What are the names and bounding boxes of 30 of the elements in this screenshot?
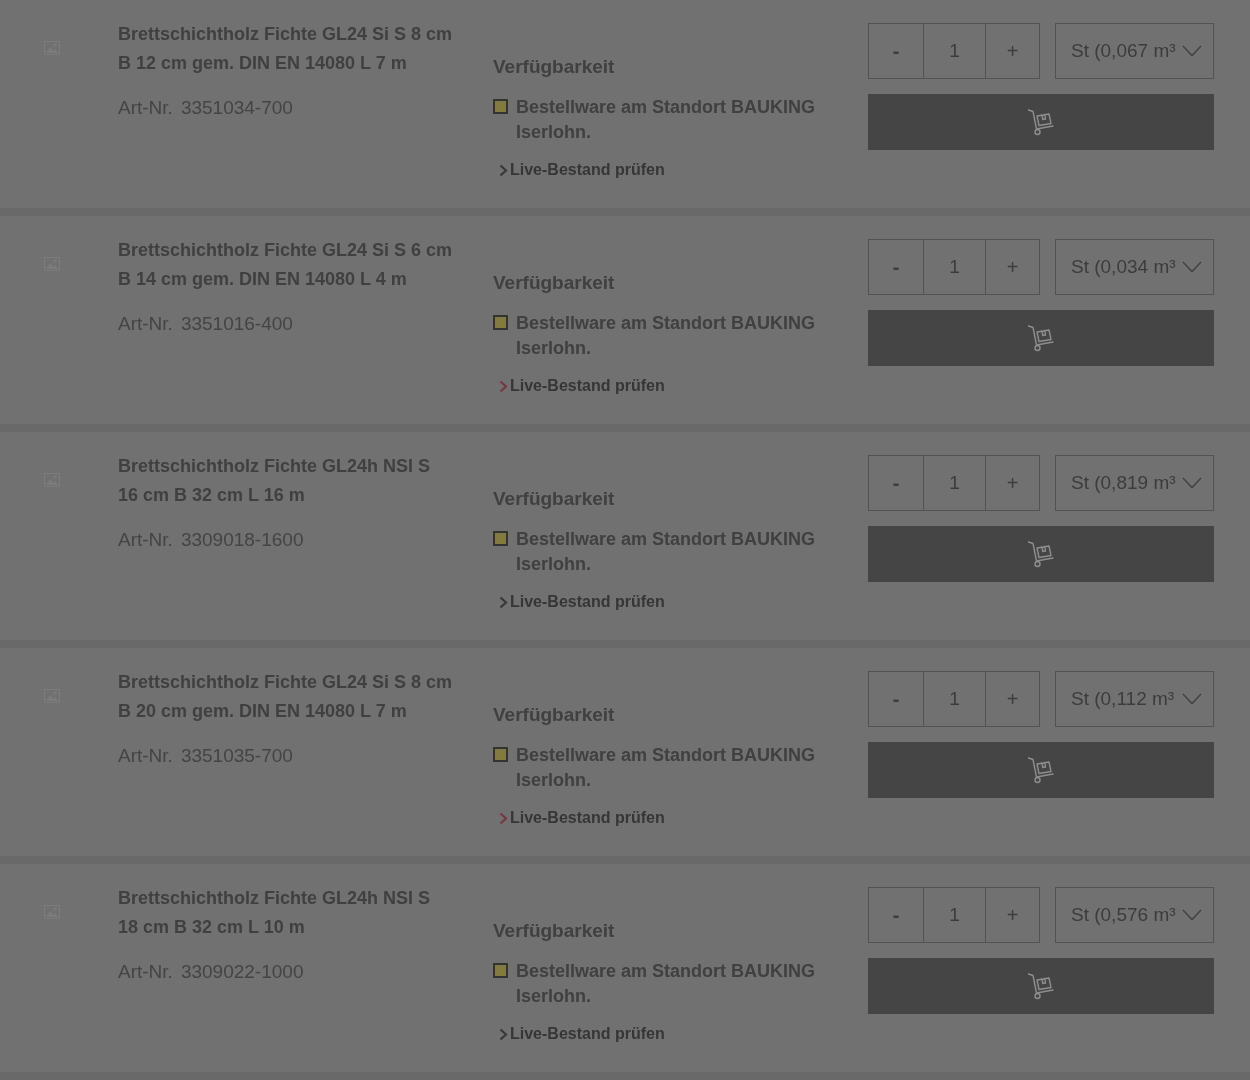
- add-to-cart-button[interactable]: [868, 742, 1214, 798]
- live-stock-link[interactable]: Live-Bestand prüfen: [499, 1023, 665, 1045]
- hand-truck-icon: [1027, 108, 1055, 136]
- increase-button[interactable]: +: [985, 239, 1040, 295]
- hand-truck-icon: [1027, 756, 1055, 784]
- chevron-down-icon: [1182, 909, 1202, 921]
- increase-button[interactable]: +: [985, 887, 1040, 943]
- chevron-down-icon: [1182, 693, 1202, 705]
- decrease-button[interactable]: -: [868, 239, 924, 295]
- decrease-button[interactable]: -: [868, 455, 924, 511]
- decrease-button[interactable]: -: [868, 23, 924, 79]
- decrease-button[interactable]: -: [868, 887, 924, 943]
- chevron-down-icon: [1182, 45, 1202, 57]
- hand-truck-icon: [1027, 540, 1055, 568]
- live-stock-link[interactable]: Live-Bestand prüfen: [499, 591, 665, 613]
- live-stock-link[interactable]: Live-Bestand prüfen: [499, 375, 665, 397]
- hand-truck-icon: [1027, 324, 1055, 352]
- add-to-cart-button[interactable]: [868, 94, 1214, 150]
- add-to-cart-button[interactable]: [868, 526, 1214, 582]
- increase-button[interactable]: +: [985, 23, 1040, 79]
- live-stock-link[interactable]: Live-Bestand prüfen: [499, 159, 665, 181]
- increase-button[interactable]: +: [985, 455, 1040, 511]
- add-to-cart-button[interactable]: [868, 958, 1214, 1014]
- decrease-button[interactable]: -: [868, 671, 924, 727]
- increase-button[interactable]: +: [985, 671, 1040, 727]
- chevron-down-icon: [1182, 261, 1202, 273]
- chevron-down-icon: [1182, 477, 1202, 489]
- live-stock-link[interactable]: Live-Bestand prüfen: [499, 807, 665, 829]
- add-to-cart-button[interactable]: [868, 310, 1214, 366]
- hand-truck-icon: [1027, 972, 1055, 1000]
